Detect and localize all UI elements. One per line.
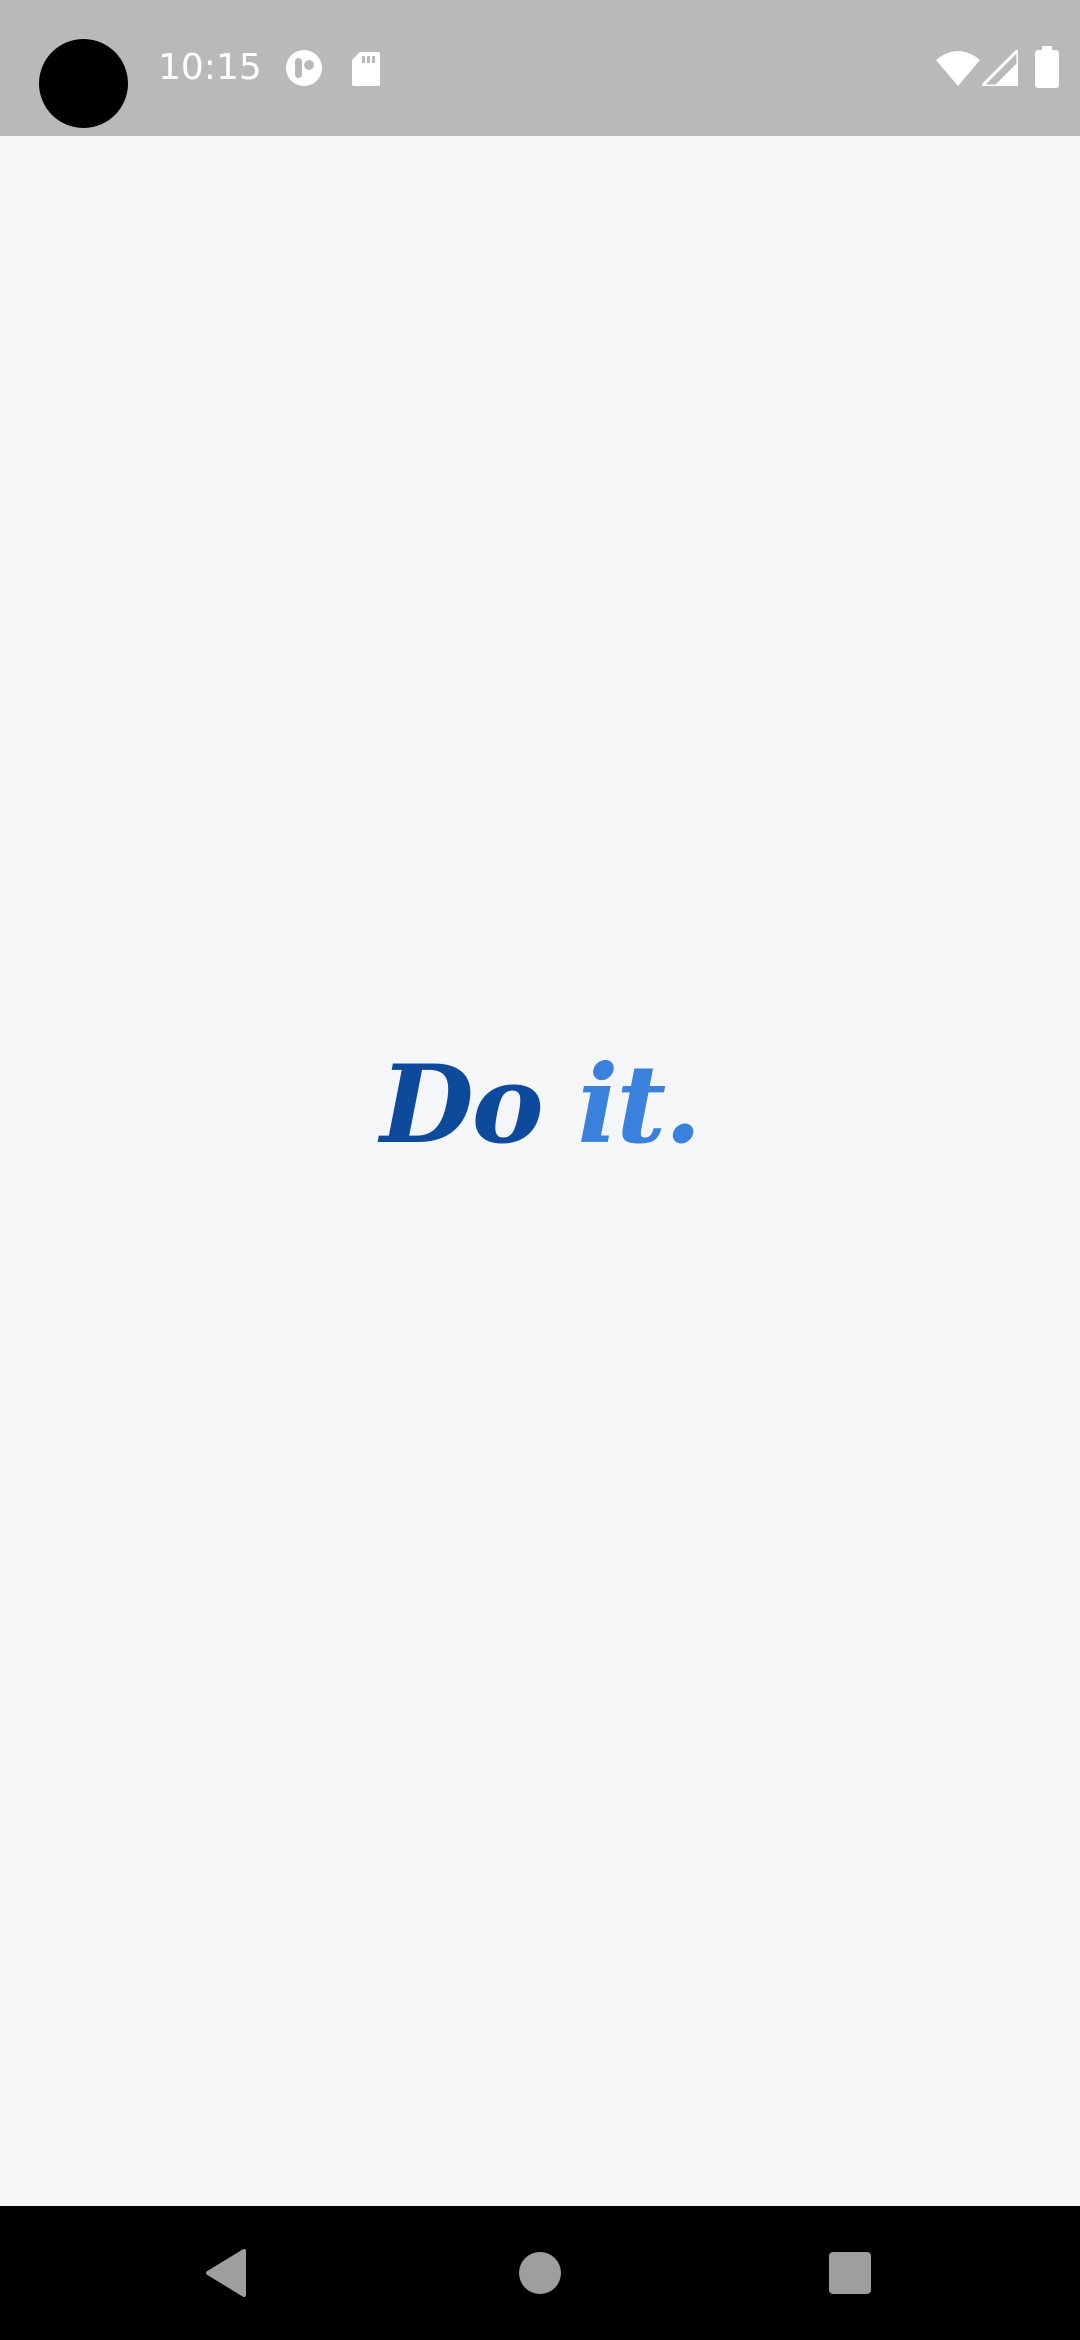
home-circle-icon (519, 2252, 561, 2294)
splash-screen: 10:15 Do it. (0, 0, 1080, 2340)
back-triangle-icon (206, 2249, 246, 2297)
battery-icon (1035, 46, 1059, 88)
app-logo: Do it. (0, 1040, 1080, 1170)
nav-recents-button[interactable] (760, 2206, 940, 2340)
status-bar: 10:15 (0, 0, 1080, 136)
recents-square-icon (829, 2252, 871, 2294)
sd-card-icon (352, 52, 380, 86)
notification-app-icon (286, 50, 322, 86)
navigation-bar (0, 2206, 1080, 2340)
logo-space (542, 1042, 578, 1168)
wifi-icon (936, 51, 980, 86)
status-time: 10:15 (158, 47, 262, 88)
logo-word-do: Do (380, 1042, 544, 1168)
logo-word-it: it. (577, 1042, 702, 1168)
camera-cutout (39, 39, 128, 128)
cell-signal-icon (982, 50, 1018, 86)
nav-home-button[interactable] (450, 2206, 630, 2340)
nav-back-button[interactable] (136, 2206, 316, 2340)
